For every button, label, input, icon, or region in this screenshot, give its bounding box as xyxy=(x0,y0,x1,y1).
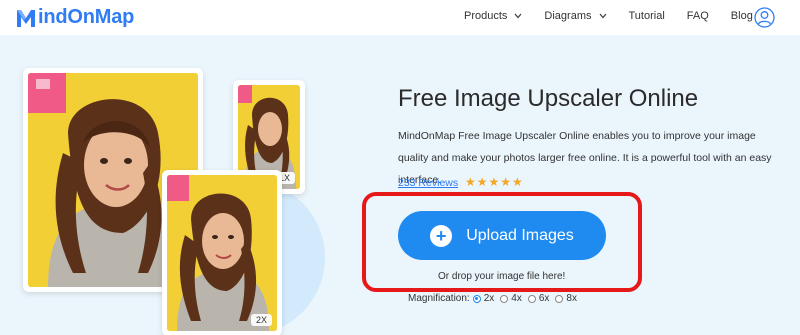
magnification-8x-radio[interactable]: 8x xyxy=(555,293,577,304)
nav-products[interactable]: Products xyxy=(464,10,522,22)
mindonmap-logo-icon xyxy=(17,9,35,27)
magnification-6x-radio[interactable]: 6x xyxy=(527,293,550,304)
logo[interactable]: indOnMap xyxy=(15,6,134,29)
radio-icon xyxy=(555,294,564,303)
magnification-4x-radio[interactable]: 4x xyxy=(500,293,522,304)
radio-label: 2x xyxy=(483,293,495,304)
radio-label: 8x xyxy=(566,293,577,304)
reviews-link[interactable]: 233 Reviews xyxy=(398,177,458,189)
nav-faq[interactable]: FAQ xyxy=(687,10,709,22)
sample-photo: 2X xyxy=(167,175,277,331)
plus-icon: + xyxy=(430,224,453,247)
radio-label: 4x xyxy=(511,293,522,304)
user-account-icon[interactable] xyxy=(754,7,775,28)
nav-diagrams-label: Diagrams xyxy=(544,10,592,22)
nav-tutorial-label: Tutorial xyxy=(628,10,665,22)
magnification-2x-radio[interactable]: 2x xyxy=(472,293,495,304)
magnification-label: Magnification: xyxy=(408,293,470,304)
chevron-down-icon xyxy=(599,13,606,19)
page-title: Free Image Upscaler Online xyxy=(398,85,699,112)
radio-selected-icon xyxy=(472,294,481,303)
nav-faq-label: FAQ xyxy=(686,10,709,22)
upload-button-label: Upload Images xyxy=(466,226,574,244)
hero-section: 4X 1X xyxy=(0,35,800,335)
radio-icon xyxy=(527,294,536,303)
star-rating: ★★★★★ xyxy=(465,175,524,189)
portrait-illustration xyxy=(167,175,277,331)
main-nav: Products Diagrams Tutorial FAQ Blog xyxy=(464,10,775,22)
chevron-down-icon xyxy=(514,13,522,19)
magnification-options: Magnification: 2x 4x 6x 8x xyxy=(408,293,583,304)
sample-image-2x: 2X xyxy=(162,170,282,335)
logo-text: indOnMap xyxy=(38,6,135,28)
upload-images-button[interactable]: + Upload Images xyxy=(398,211,606,260)
radio-label: 6x xyxy=(538,293,550,304)
radio-icon xyxy=(500,294,509,303)
nav-diagrams[interactable]: Diagrams xyxy=(544,10,606,22)
nav-blog[interactable]: Blog xyxy=(731,10,753,22)
nav-tutorial[interactable]: Tutorial xyxy=(629,10,665,22)
scale-badge: 2X xyxy=(250,314,272,326)
site-header: indOnMap Products Diagrams Tutorial FAQ … xyxy=(0,0,800,35)
nav-blog-label: Blog xyxy=(730,10,753,22)
nav-products-label: Products xyxy=(464,10,508,22)
drop-hint: Or drop your image file here! xyxy=(438,271,566,282)
